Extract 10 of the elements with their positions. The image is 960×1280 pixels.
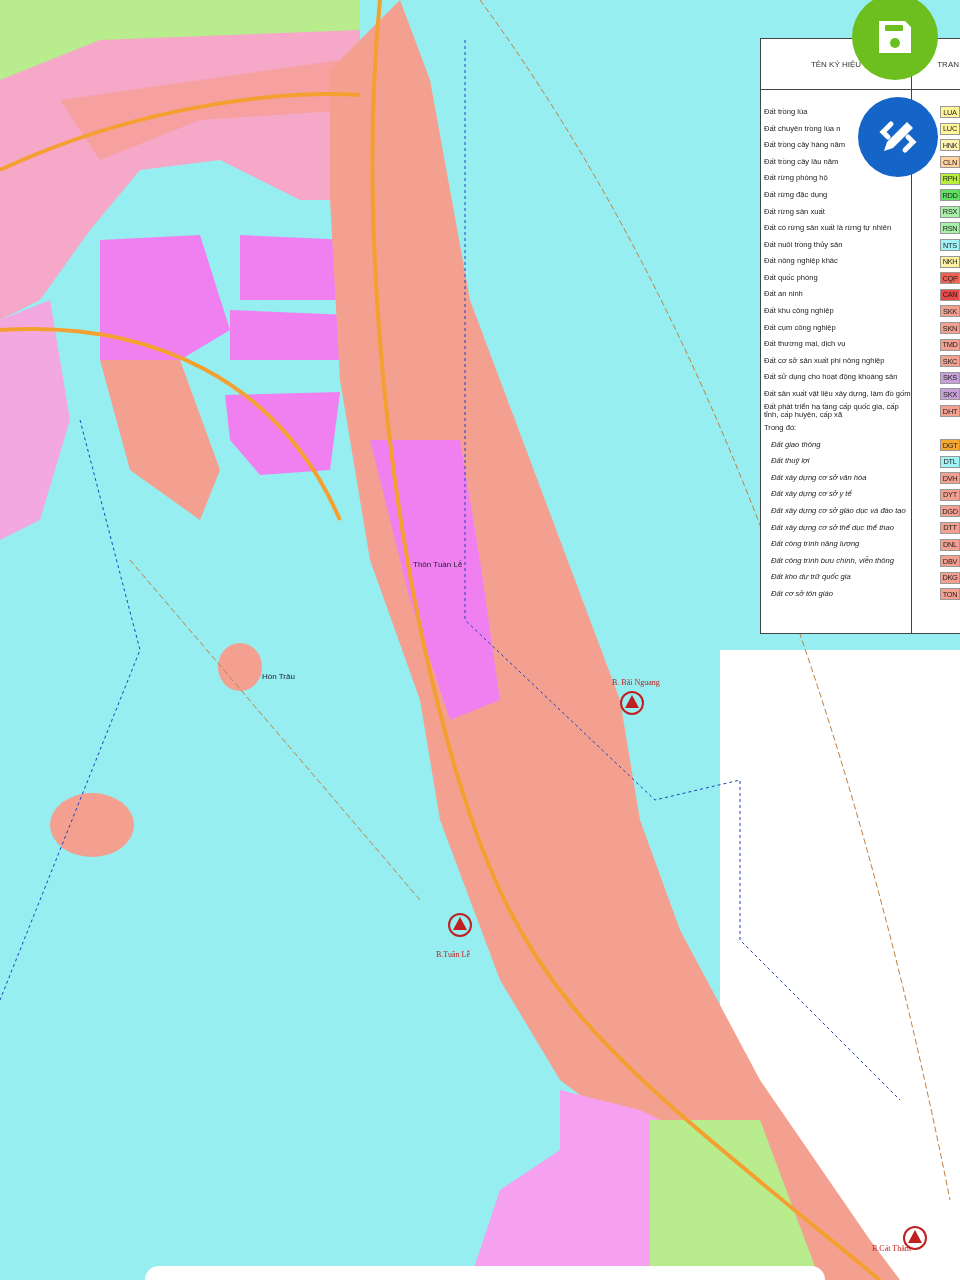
save-icon [877,19,913,55]
legend-header: TRAN [937,59,959,69]
legend-header: TÊN KÝ HIỆU [810,59,862,69]
beacon-icon [447,912,473,938]
beacon-icon [619,690,645,716]
place-label: Hòn Trâu [262,672,295,681]
beacon-label: B.Cát Thắm [872,1244,911,1253]
place-label: Thôn Tuần Lễ [413,560,463,569]
beacon-label: B.Tuần Lễ [436,950,470,959]
beacon-label: B. Bãi Nguang [612,678,660,687]
